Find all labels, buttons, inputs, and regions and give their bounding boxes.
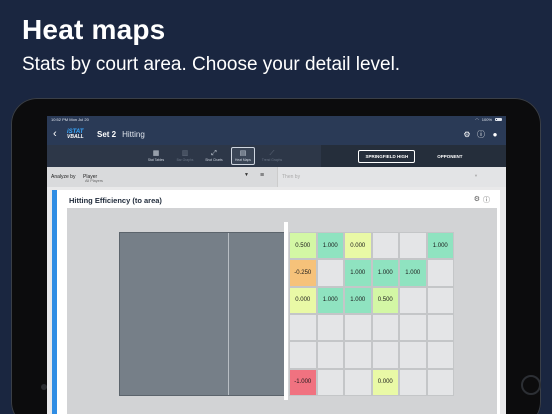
heatmap-cell: -1.000 — [289, 368, 317, 396]
trend-graph-icon: ⟋ — [269, 150, 275, 157]
promo-title: Heat maps — [22, 14, 166, 45]
tool-heat-maps[interactable]: ▤ Heat Maps — [231, 147, 255, 165]
analyze-label: Analyze by — [51, 174, 76, 180]
shot-chart-icon: ⤢ — [211, 150, 217, 157]
app-screen: 10:52 PM Mon Jul 20 ◠ 100% ‹ iSTAT VBALL… — [47, 116, 506, 414]
heatmap-cell — [399, 286, 427, 314]
heatmap-cell — [399, 232, 427, 260]
chevron-down-icon: ▼ — [244, 172, 249, 178]
app-logo: iSTAT VBALL — [67, 127, 91, 141]
tool-bar-graphs[interactable]: ▥ Bar Graphs — [173, 147, 197, 165]
heatmap-cell — [426, 314, 454, 342]
heatmap-cell — [399, 368, 427, 396]
heatmap-cell — [344, 368, 372, 396]
help-icon[interactable]: ⓘ — [483, 195, 490, 205]
heatmap-cell: 1.000 — [344, 286, 372, 314]
tool-stat-tables[interactable]: ▦ Stat Tables — [144, 147, 168, 165]
heatmap-cell: 0.500 — [289, 232, 317, 260]
then-by-select[interactable]: Then by ▼ — [277, 167, 506, 187]
table-icon: ▦ — [152, 150, 160, 157]
heatmap-cell: 0.000 — [371, 368, 399, 396]
gear-icon[interactable]: ⚙ — [462, 129, 472, 139]
set-label[interactable]: Set 2 — [97, 130, 116, 139]
heatmap-cell — [426, 341, 454, 369]
tool-label: Bar Graphs — [176, 158, 194, 162]
heatmap-cell — [426, 286, 454, 314]
heatmap-plot: 0.500 1.000 0.000 1.000 -0.250 1.000 1.000 1.00… — [67, 208, 497, 414]
team-selector: SPRINGFIELD HIGH OPPONENT — [321, 145, 506, 167]
court-own-side — [119, 232, 287, 396]
heatmap-cell: 1.000 — [371, 259, 399, 287]
tool-label: Shot Charts — [205, 158, 223, 162]
home-button — [521, 375, 541, 395]
net — [284, 222, 288, 400]
card-title: Hitting Efficiency (to area) — [69, 196, 162, 205]
heatmap-cell — [426, 259, 454, 287]
tool-label: Heat Maps — [235, 158, 251, 162]
user-icon[interactable]: ● — [490, 129, 500, 139]
help-icon[interactable]: ⓘ — [476, 129, 486, 139]
card-icons: ⚙ ⓘ — [474, 195, 490, 205]
chevron-down-icon: ▼ — [474, 173, 478, 178]
app-bar: ‹ iSTAT VBALL Set 2 Hitting ⚙ ⓘ ● — [47, 123, 506, 145]
heatmap-cell — [426, 368, 454, 396]
heatmap-cell — [371, 314, 399, 342]
heatmap-cell — [399, 314, 427, 342]
heatmap-cell — [289, 341, 317, 369]
tool-shot-charts[interactable]: ⤢ Shot Charts — [202, 147, 226, 165]
heatmap-cell — [371, 341, 399, 369]
filter-icon[interactable]: ≡ — [260, 172, 264, 179]
analyze-sub: All Players — [85, 179, 103, 183]
logo-bottom: VBALL — [67, 133, 84, 140]
promo-subtitle: Stats by court area. Choose your detail … — [22, 54, 401, 75]
heatmap-cell — [371, 232, 399, 260]
heatmap-cell: 1.000 — [316, 232, 344, 260]
status-time: 10:52 PM Mon Jul 20 — [51, 117, 89, 122]
view-toolbar: ▦ Stat Tables ▥ Bar Graphs ⤢ Shot Charts… — [47, 145, 506, 167]
then-by-label: Then by — [282, 174, 301, 180]
heatmap-cell — [316, 368, 344, 396]
team-opponent-button[interactable]: OPPONENT — [431, 151, 468, 162]
gear-icon[interactable]: ⚙ — [474, 195, 480, 205]
heatmap-card: Hitting Efficiency (to area) ⚙ ⓘ 0.500 1.… — [52, 190, 500, 414]
heatmap-grid: 0.500 1.000 0.000 1.000 -0.250 1.000 1.000 1.00… — [289, 232, 454, 396]
skill-label[interactable]: Hitting — [122, 130, 145, 139]
heatmap-cell — [289, 314, 317, 342]
status-right: ◠ 100% — [475, 117, 502, 122]
heatmap-cell: 0.000 — [289, 286, 317, 314]
analyze-by-select[interactable]: Analyze by Player All Players ▼ ≡ — [47, 167, 277, 187]
heatmap-cell: 1.000 — [399, 259, 427, 287]
battery-icon — [495, 117, 502, 122]
heatmap-cell — [344, 341, 372, 369]
heatmap-cell — [316, 341, 344, 369]
attack-line — [228, 233, 229, 395]
tool-trend-graphs[interactable]: ⟋ Trend Graphs — [260, 147, 284, 165]
heatmap-cell: 1.000 — [316, 286, 344, 314]
status-bar: 10:52 PM Mon Jul 20 ◠ 100% — [47, 116, 506, 123]
wifi-icon: ◠ — [475, 117, 479, 122]
heatmap-cell — [316, 314, 344, 342]
heatmap-cell: 1.000 — [426, 232, 454, 260]
tool-label: Trend Graphs — [261, 158, 283, 162]
battery-percent: 100% — [481, 117, 492, 122]
view-tools: ▦ Stat Tables ▥ Bar Graphs ⤢ Shot Charts… — [47, 145, 321, 167]
bar-graph-icon: ▥ — [181, 150, 189, 157]
filter-bar: Analyze by Player All Players ▼ ≡ Then b… — [47, 167, 506, 187]
heatmap-cell — [344, 314, 372, 342]
heatmap-cell: 0.500 — [371, 286, 399, 314]
team-springfield-button[interactable]: SPRINGFIELD HIGH — [358, 149, 416, 163]
heatmap-cell: 0.000 — [344, 232, 372, 260]
heatmap-cell — [316, 259, 344, 287]
heat-map-icon: ▤ — [239, 150, 247, 157]
heatmap-cell: -0.250 — [289, 259, 317, 287]
tool-label: Stat Tables — [147, 158, 165, 162]
heatmap-cell — [399, 341, 427, 369]
back-icon[interactable]: ‹ — [53, 128, 65, 140]
heatmap-cell: 1.000 — [344, 259, 372, 287]
